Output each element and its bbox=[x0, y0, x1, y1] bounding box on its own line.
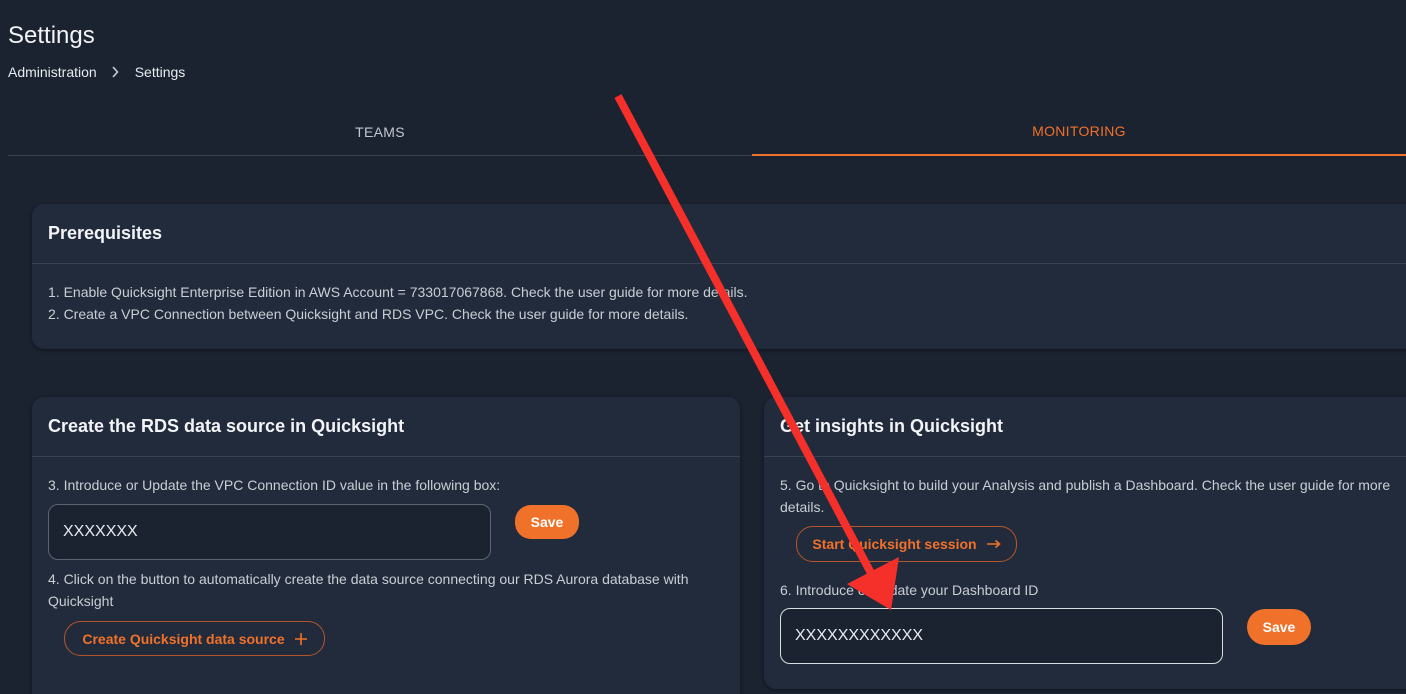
plus-icon bbox=[294, 632, 307, 645]
step-3-text: 3. Introduce or Update the VPC Connectio… bbox=[48, 477, 501, 493]
tab-bar: TEAMS MONITORING bbox=[8, 108, 1406, 156]
prerequisite-step-2: 2. Create a VPC Connection between Quick… bbox=[48, 306, 689, 322]
create-quicksight-data-source-button[interactable]: Create Quicksight data source bbox=[64, 621, 325, 656]
step-4-text: 4. Click on the button to automatically … bbox=[48, 571, 689, 609]
page-title: Settings bbox=[8, 22, 95, 49]
tab-teams[interactable]: TEAMS bbox=[8, 108, 752, 156]
breadcrumb-item-settings: Settings bbox=[134, 64, 186, 80]
vpc-connection-id-input[interactable] bbox=[48, 504, 491, 560]
prerequisites-body: 1. Enable Quicksight Enterprise Edition … bbox=[32, 264, 1406, 342]
save-vpc-button[interactable]: Save bbox=[515, 505, 579, 539]
prerequisites-title: Prerequisites bbox=[32, 204, 1406, 264]
insights-card-title: Get insights in Quicksight bbox=[764, 397, 1406, 457]
rds-data-source-card: Create the RDS data source in Quicksight… bbox=[32, 397, 740, 694]
chevron-right-icon bbox=[111, 65, 121, 79]
start-session-label: Start Quicksight session bbox=[812, 536, 977, 552]
start-quicksight-session-button[interactable]: Start Quicksight session bbox=[796, 526, 1017, 562]
prerequisite-step-1: 1. Enable Quicksight Enterprise Edition … bbox=[48, 284, 748, 300]
prerequisites-card: Prerequisites 1. Enable Quicksight Enter… bbox=[32, 204, 1406, 349]
step-6-text: 6. Introduce or update your Dashboard ID bbox=[780, 582, 1039, 598]
save-dashboard-button[interactable]: Save bbox=[1247, 609, 1311, 645]
breadcrumb-item-administration[interactable]: Administration bbox=[8, 64, 97, 80]
step-5-text: 5. Go to Quicksight to build your Analys… bbox=[780, 477, 1391, 515]
rds-card-title: Create the RDS data source in Quicksight bbox=[32, 397, 740, 457]
create-data-source-label: Create Quicksight data source bbox=[82, 630, 285, 647]
tab-monitoring[interactable]: MONITORING bbox=[752, 108, 1406, 156]
dashboard-id-input[interactable] bbox=[780, 608, 1223, 664]
insights-card: Get insights in Quicksight 5. Go to Quic… bbox=[764, 397, 1406, 689]
arrow-right-icon bbox=[986, 539, 1001, 549]
breadcrumb: Administration Settings bbox=[8, 64, 185, 80]
